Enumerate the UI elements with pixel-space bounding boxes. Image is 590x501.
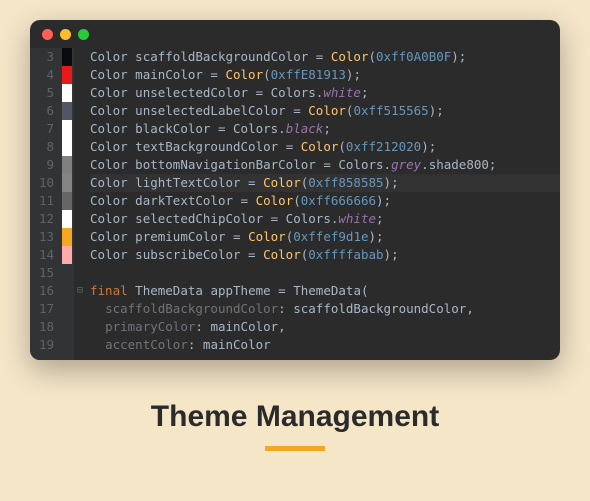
code-line: primaryColor: mainColor, — [90, 318, 560, 336]
code-line: Color selectedChipColor = Colors.white; — [90, 210, 560, 228]
code-line: scaffoldBackgroundColor: scaffoldBackgro… — [90, 300, 560, 318]
maximize-icon[interactable] — [78, 29, 89, 40]
code-line: accentColor: mainColor — [90, 336, 560, 354]
code-area: 345678910111213141516171819 ⊟ Color scaf… — [30, 48, 560, 360]
fold-spacer — [74, 336, 86, 354]
line-number: 13 — [30, 228, 54, 246]
color-swatch-icon — [62, 120, 72, 138]
line-number: 11 — [30, 192, 54, 210]
color-marker-gutter — [60, 48, 74, 360]
line-number: 18 — [30, 318, 54, 336]
code-line: Color mainColor = Color(0xffE81913); — [90, 66, 560, 84]
color-swatch-icon — [62, 102, 72, 120]
line-number: 14 — [30, 246, 54, 264]
line-number: 19 — [30, 336, 54, 354]
code-content[interactable]: Color scaffoldBackgroundColor = Color(0x… — [86, 48, 560, 360]
line-number: 12 — [30, 210, 54, 228]
color-swatch-icon — [62, 318, 72, 336]
fold-gutter: ⊟ — [74, 48, 86, 360]
fold-spacer — [74, 48, 86, 66]
section-title: Theme Management — [151, 400, 439, 434]
fold-toggle-icon[interactable]: ⊟ — [74, 282, 86, 300]
line-number: 4 — [30, 66, 54, 84]
line-number: 6 — [30, 102, 54, 120]
title-underline — [265, 446, 325, 451]
color-swatch-icon — [62, 264, 72, 282]
fold-spacer — [74, 264, 86, 282]
fold-spacer — [74, 246, 86, 264]
window-titlebar — [30, 20, 560, 48]
fold-spacer — [74, 120, 86, 138]
fold-spacer — [74, 174, 86, 192]
fold-spacer — [74, 84, 86, 102]
color-swatch-icon — [62, 210, 72, 228]
color-swatch-icon — [62, 84, 72, 102]
fold-spacer — [74, 138, 86, 156]
code-line: Color lightTextColor = Color(0xff858585)… — [90, 174, 560, 192]
color-swatch-icon — [62, 300, 72, 318]
line-number: 16 — [30, 282, 54, 300]
code-line: Color unselectedColor = Colors.white; — [90, 84, 560, 102]
color-swatch-icon — [62, 282, 72, 300]
color-swatch-icon — [62, 192, 72, 210]
code-line: Color premiumColor = Color(0xffef9d1e); — [90, 228, 560, 246]
color-swatch-icon — [62, 156, 72, 174]
line-number: 9 — [30, 156, 54, 174]
fold-spacer — [74, 192, 86, 210]
line-number: 10 — [30, 174, 54, 192]
fold-spacer — [74, 318, 86, 336]
line-number: 8 — [30, 138, 54, 156]
code-line: Color scaffoldBackgroundColor = Color(0x… — [90, 48, 560, 66]
code-editor: 345678910111213141516171819 ⊟ Color scaf… — [30, 20, 560, 360]
code-line: Color bottomNavigationBarColor = Colors.… — [90, 156, 560, 174]
fold-spacer — [74, 66, 86, 84]
line-number: 17 — [30, 300, 54, 318]
fold-spacer — [74, 300, 86, 318]
code-line: Color darkTextColor = Color(0xff666666); — [90, 192, 560, 210]
color-swatch-icon — [62, 228, 72, 246]
minimize-icon[interactable] — [60, 29, 71, 40]
line-number: 5 — [30, 84, 54, 102]
color-swatch-icon — [62, 66, 72, 84]
code-line: Color subscribeColor = Color(0xffffabab)… — [90, 246, 560, 264]
line-number: 3 — [30, 48, 54, 66]
code-line: final ThemeData appTheme = ThemeData( — [90, 282, 560, 300]
fold-spacer — [74, 102, 86, 120]
line-number-gutter: 345678910111213141516171819 — [30, 48, 60, 360]
color-swatch-icon — [62, 336, 72, 354]
close-icon[interactable] — [42, 29, 53, 40]
line-number: 7 — [30, 120, 54, 138]
color-swatch-icon — [62, 174, 72, 192]
color-swatch-icon — [62, 48, 72, 66]
fold-spacer — [74, 156, 86, 174]
code-line: Color textBackgroundColor = Color(0xff21… — [90, 138, 560, 156]
code-line: Color blackColor = Colors.black; — [90, 120, 560, 138]
line-number: 15 — [30, 264, 54, 282]
code-line — [90, 264, 560, 282]
color-swatch-icon — [62, 246, 72, 264]
fold-spacer — [74, 228, 86, 246]
fold-spacer — [74, 210, 86, 228]
color-swatch-icon — [62, 138, 72, 156]
code-line: Color unselectedLabelColor = Color(0xff5… — [90, 102, 560, 120]
